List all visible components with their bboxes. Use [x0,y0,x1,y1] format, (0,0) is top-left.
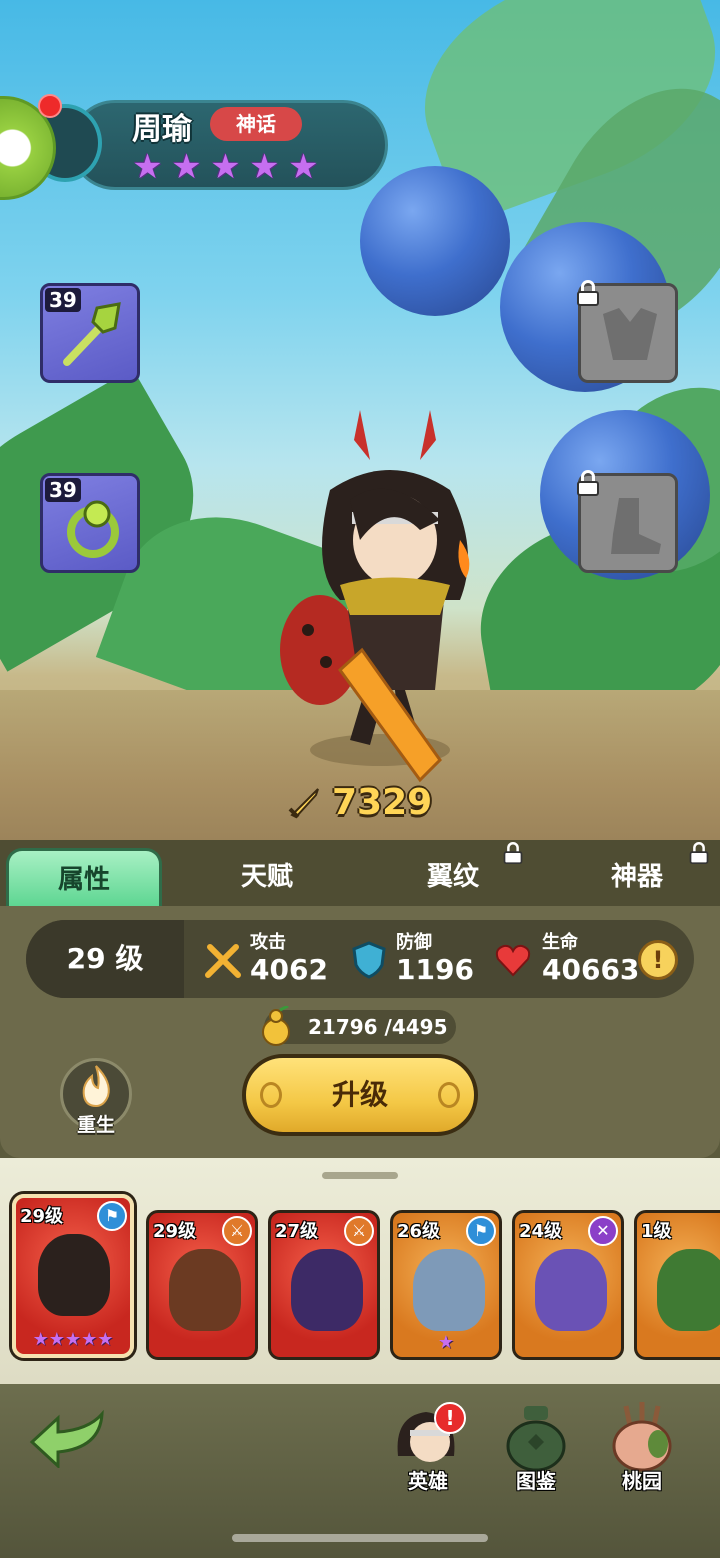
drag-handle[interactable] [322,1172,398,1179]
stats-info-button[interactable]: ! [638,940,678,980]
scepter-icon [63,302,121,366]
stat-hp: 生命 40663 [542,928,639,986]
stat-label: 生命 [542,932,578,953]
hero-portrait [413,1249,485,1331]
home-indicator[interactable] [232,1534,488,1542]
blueberry [360,166,510,316]
nav-label: 英雄 [408,1469,448,1493]
nav-peach-garden[interactable]: 桃园 [594,1400,690,1494]
hero-level: 29 级 [26,920,184,998]
stat-label: 攻击 [250,932,286,953]
class-badge-icon: ⚔ [344,1216,374,1246]
equipment-slot-weapon[interactable]: 39 [40,283,140,383]
stat-value: 40663 [542,953,640,986]
back-arrow-icon[interactable] [28,1408,108,1468]
heart-icon [495,944,531,977]
alert-badge: ! [434,1402,466,1434]
stat-value: 4062 [250,953,328,986]
nav-codex[interactable]: 图鉴 [488,1400,584,1494]
nav-label: 图鉴 [516,1469,556,1493]
star-icon: ★ [288,147,319,187]
flame-icon [82,1065,110,1108]
ring-icon [67,500,119,558]
star-icon: ★ [210,147,241,187]
hero-card-level: 27级 [275,1221,319,1242]
hero-portrait [535,1249,607,1331]
tab-talent[interactable]: 天赋 [192,848,342,906]
hero-card-level: 29级 [153,1221,197,1242]
notification-dot [38,94,62,118]
hero-card[interactable]: 26级 ⚑ ★ [390,1210,502,1360]
equipment-slot-ring[interactable]: 39 [40,473,140,573]
class-badge-icon: ✕ [588,1216,618,1246]
hero-card[interactable]: 24级 ✕ [512,1210,624,1360]
hero-card-level: 26级 [397,1221,441,1242]
rebirth-label: 重生 [76,1114,115,1136]
peach-icon [612,1402,672,1472]
upgrade-button[interactable]: 升级 [242,1054,478,1136]
nav-label: 桃园 [622,1469,662,1493]
lock-icon [575,280,601,306]
hero-portrait [657,1249,720,1331]
upgrade-button-label: 升级 [331,1078,388,1111]
stat-value: 1196 [396,953,474,986]
hero-card-stars: ★★★★★ [32,1329,114,1350]
star-icon: ★ [132,147,163,187]
star-icon: ★ [249,147,280,187]
codex-pot-icon [506,1406,566,1472]
upgrade-cost-text: 21796 /4495 [308,1015,448,1039]
hero-card[interactable]: 29级 ⚔ [146,1210,258,1360]
star-icon: ★ [171,147,202,187]
lock-icon [688,841,710,865]
hero-character [280,410,470,783]
hero-card-level: 29级 [20,1206,64,1227]
class-badge-icon: ⚑ [466,1216,496,1246]
lock-icon [575,470,601,496]
hero-card-level: 1级 [641,1221,672,1242]
tab-attributes[interactable]: 属性 [6,848,162,906]
hero-card[interactable]: 27级 ⚔ [268,1210,380,1360]
hero-star-rating: ★ ★ ★ ★ ★ [130,150,321,185]
hero-card-stars: ★ [437,1332,455,1353]
stat-attack: 攻击 4062 [250,928,328,986]
combat-power-value: 7329 [332,782,433,823]
hero-portrait [169,1249,241,1331]
boot-icon [611,498,661,554]
gold-gourd-icon [262,1006,290,1046]
stat-defense: 防御 1196 [396,928,474,986]
hero-portrait [291,1249,363,1331]
hero-card[interactable]: 1级 [634,1210,720,1360]
armor-icon [603,308,657,360]
hero-card-level: 24级 [519,1221,563,1242]
shield-icon [352,941,386,979]
sword-icon [288,787,319,818]
rarity-badge: 神话 [210,107,302,141]
class-badge-icon: ⚔ [222,1216,252,1246]
stat-label: 防御 [396,932,432,953]
button-swirl-decoration [260,1082,282,1108]
hero-portrait [38,1234,110,1316]
attack-icon [205,944,241,978]
button-swirl-decoration [438,1082,460,1108]
nav-heroes[interactable]: ! 英雄 [380,1400,476,1494]
combat-power: 7329 [286,782,432,823]
lock-icon [502,841,524,865]
hero-card[interactable]: 29级 ⚑ ★★★★★ [12,1194,134,1358]
hero-name: 周瑜 [132,112,192,147]
class-badge-icon: ⚑ [97,1201,127,1231]
